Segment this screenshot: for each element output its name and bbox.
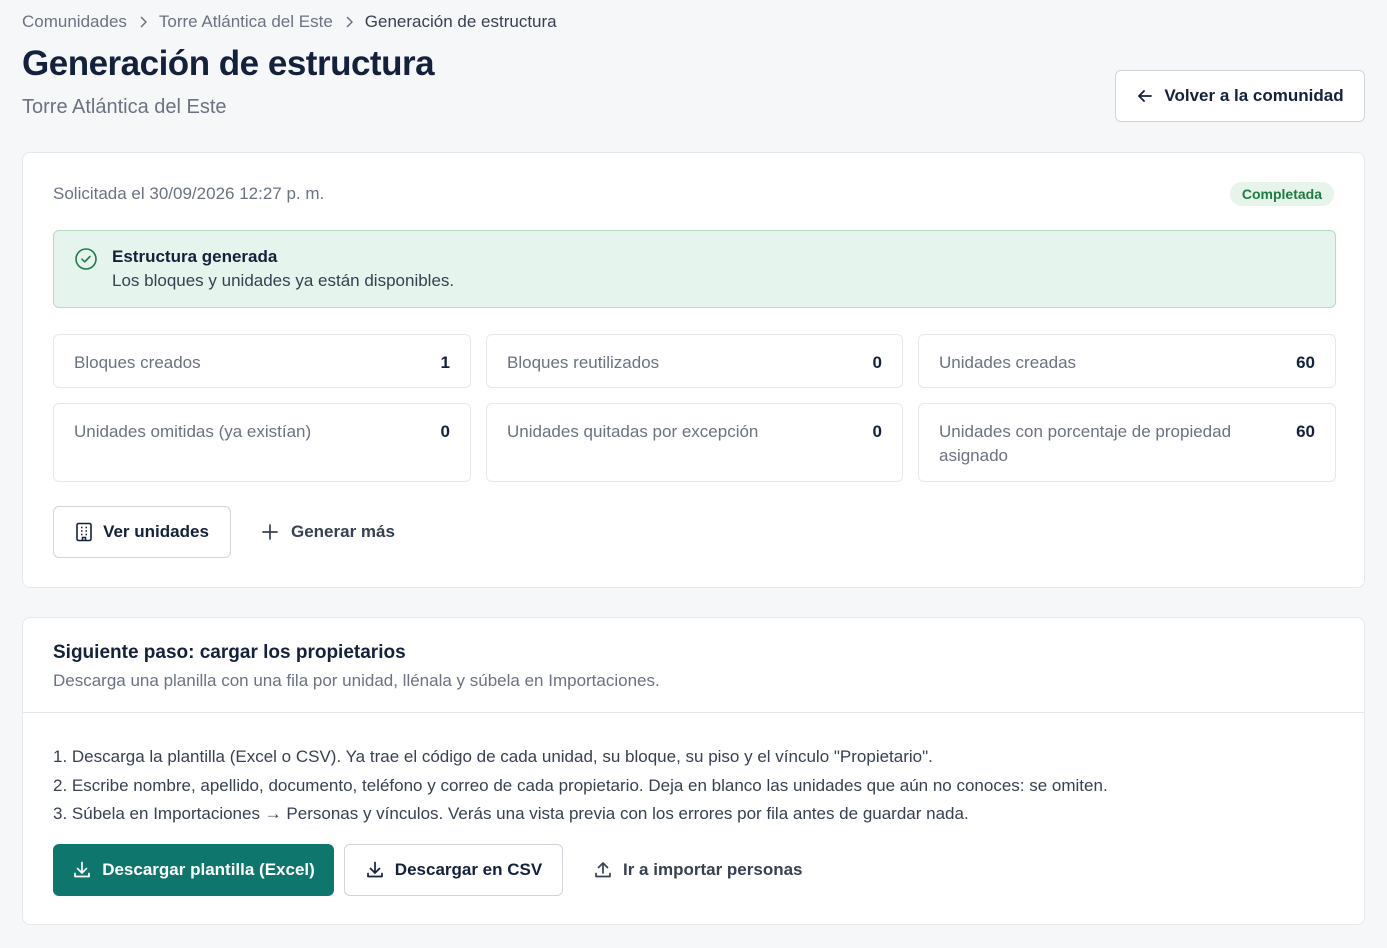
breadcrumb-item-community[interactable]: Torre Atlántica del Este — [159, 12, 333, 32]
list-item: 2. Escribe nombre, apellido, documento, … — [53, 775, 1108, 795]
stat-value: 60 — [1296, 353, 1315, 372]
success-alert-title: Estructura generada — [112, 247, 278, 266]
stat-units-removed: Unidades quitadas por excepción 0 — [486, 403, 903, 482]
download-icon — [365, 860, 385, 880]
stat-label: Unidades omitidas (ya existían) — [74, 422, 312, 441]
download-icon — [72, 860, 92, 880]
chevron-right-icon — [345, 16, 353, 28]
generate-more-button[interactable]: Generar más — [261, 506, 395, 558]
import-people-button[interactable]: Ir a importar personas — [593, 844, 803, 896]
stat-label: Unidades quitadas por excepción — [507, 422, 759, 441]
stat-label: Unidades con porcentaje de propiedad asi… — [939, 422, 1232, 465]
list-item: 3. Súbela en Importaciones → Personas y … — [53, 804, 969, 823]
back-to-community-button[interactable]: Volver a la comunidad — [1115, 70, 1365, 122]
import-people-label: Ir a importar personas — [623, 860, 803, 879]
breadcrumb-item-comunidades[interactable]: Comunidades — [22, 12, 127, 32]
stat-label: Bloques creados — [74, 353, 201, 372]
stat-value: 1 — [440, 353, 450, 372]
requested-date: Solicitada el 30/09/2026 12:27 p. m. — [53, 184, 325, 203]
success-alert: Estructura generada Los bloques y unidad… — [53, 230, 1336, 308]
stat-label: Unidades creadas — [939, 353, 1077, 372]
status-badge: Completada — [1229, 182, 1334, 206]
chevron-right-icon — [139, 16, 147, 28]
stat-value: 60 — [1296, 422, 1315, 441]
steps-list: 1. Descarga la plantilla (Excel o CSV). … — [53, 743, 1108, 829]
generate-more-label: Generar más — [291, 522, 395, 541]
stat-blocks-reused: Bloques reutilizados 0 — [486, 334, 903, 388]
stat-label: Bloques reutilizados — [507, 353, 660, 372]
stat-units-skipped: Unidades omitidas (ya existían) 0 — [53, 403, 471, 482]
upload-icon — [593, 860, 613, 880]
generation-summary-card: Solicitada el 30/09/2026 12:27 p. m. Com… — [22, 152, 1365, 588]
next-step-title: Siguiente paso: cargar los propietarios — [53, 642, 406, 663]
check-circle-icon — [74, 247, 98, 271]
plus-icon — [261, 523, 279, 541]
view-units-label: Ver unidades — [103, 522, 209, 541]
stat-units-with-ownership: Unidades con porcentaje de propiedad asi… — [918, 403, 1336, 482]
download-csv-label: Descargar en CSV — [394, 860, 543, 879]
breadcrumb: Comunidades Torre Atlántica del Este Gen… — [22, 12, 557, 32]
back-to-community-label: Volver a la comunidad — [1164, 86, 1344, 105]
stat-units-created: Unidades creadas 60 — [918, 334, 1336, 388]
stat-value: 0 — [440, 422, 450, 441]
stat-value: 0 — [872, 422, 882, 441]
breadcrumb-item-current: Generación de estructura — [364, 12, 557, 31]
stat-blocks-created: Bloques creados 1 — [53, 334, 471, 388]
divider — [23, 712, 1364, 713]
list-item: 1. Descarga la plantilla (Excel o CSV). … — [53, 747, 933, 766]
download-excel-button[interactable]: Descargar plantilla (Excel) — [53, 844, 334, 896]
stat-value: 0 — [872, 353, 882, 372]
arrow-left-icon — [1136, 87, 1154, 105]
download-csv-button[interactable]: Descargar en CSV — [344, 844, 563, 896]
page-title: Generación de estructura — [22, 44, 435, 83]
page-subtitle: Torre Atlántica del Este — [22, 96, 227, 118]
next-step-desc: Descarga una planilla con una fila por u… — [53, 671, 660, 690]
view-units-button[interactable]: Ver unidades — [53, 506, 231, 558]
building-icon — [75, 522, 93, 542]
success-alert-desc: Los bloques y unidades ya están disponib… — [112, 271, 455, 290]
download-excel-label: Descargar plantilla (Excel) — [102, 860, 315, 879]
next-step-card: Siguiente paso: cargar los propietarios … — [22, 617, 1365, 925]
